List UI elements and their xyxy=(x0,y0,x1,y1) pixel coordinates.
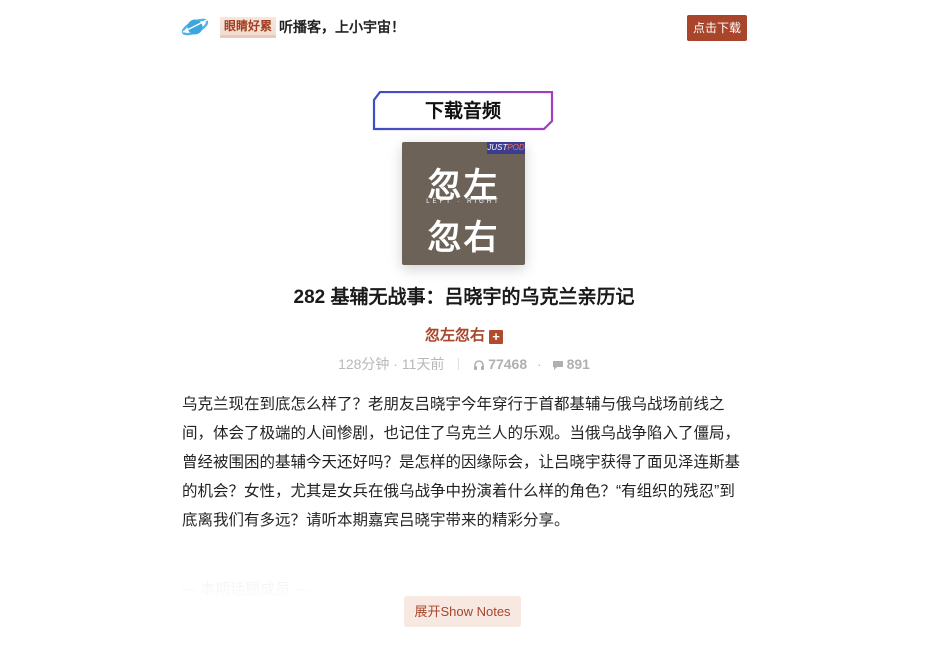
duration-age: 128分钟 · 11天前 xyxy=(338,356,445,372)
cover-tag-just: JUST xyxy=(487,143,508,152)
episode-meta: 128分钟 · 11天前 77468 · 891 xyxy=(181,354,747,374)
slogan: 眼睛好累 听播客，上小宇宙！ xyxy=(220,16,405,38)
meta-dot: · xyxy=(537,356,542,372)
episode-description: 乌克兰现在到底怎么样了？老朋友吕晓宇今年穿行于首都基辅与俄乌战场前线之间，体会了… xyxy=(182,396,741,529)
planet-icon[interactable] xyxy=(181,14,209,40)
cover-tag-pod: POD xyxy=(507,143,525,152)
cover-corner-tag: JUSTPOD xyxy=(487,142,525,154)
plus-icon[interactable]: + xyxy=(489,330,503,344)
cover-subtitle: LEFT · RIGHT xyxy=(426,199,501,205)
fade-overlay xyxy=(0,520,949,652)
episode-title: 282 基辅无战事：吕晓宇的乌克兰亲历记 xyxy=(293,287,635,308)
play-count: 77468 xyxy=(488,356,528,372)
comment-icon xyxy=(552,361,563,370)
download-audio-label: 下载音频 xyxy=(424,101,501,122)
top-bar: 眼睛好累 听播客，上小宇宙！ 点击下载 xyxy=(181,12,747,42)
slogan-text: 听播客，上小宇宙！ xyxy=(279,19,406,35)
podcast-name-row[interactable]: 忽左忽右 + xyxy=(181,324,747,345)
podcast-name[interactable]: 忽左忽右 xyxy=(425,327,485,344)
headphones-icon xyxy=(474,360,485,370)
comment-count: 891 xyxy=(566,356,590,372)
podcast-cover: JUSTPOD 忽左 LEFT · RIGHT 忽右 xyxy=(402,142,525,265)
download-audio-badge[interactable]: 下载音频 xyxy=(372,91,554,131)
cover-title-bottom: 忽右 xyxy=(427,218,500,258)
meta-divider xyxy=(458,358,460,370)
section-heading: — 本期话题成员 — xyxy=(181,581,310,598)
expand-show-notes-button[interactable]: 展开Show Notes xyxy=(404,596,521,627)
slogan-tag: 眼睛好累 xyxy=(220,16,277,38)
download-app-button[interactable]: 点击下载 xyxy=(686,15,747,41)
